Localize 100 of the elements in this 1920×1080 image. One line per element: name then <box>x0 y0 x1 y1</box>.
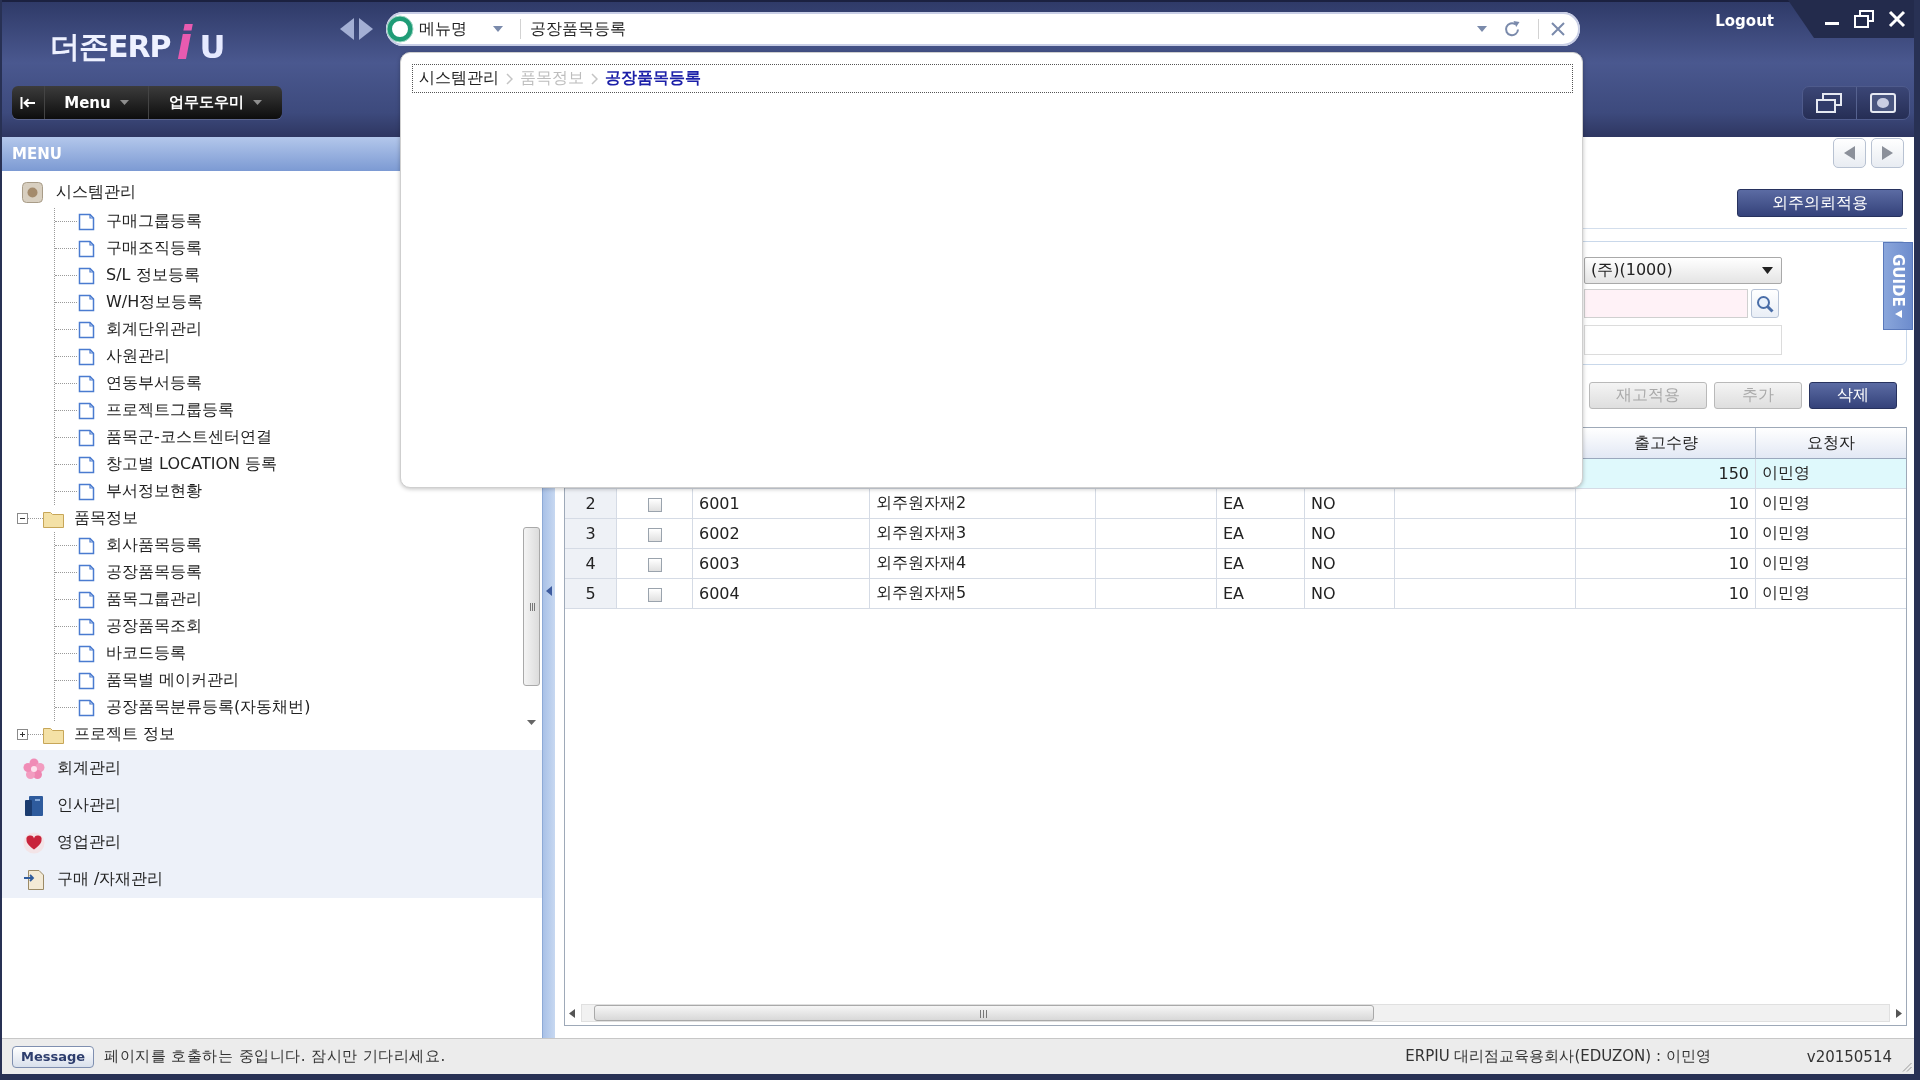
row-number: 3 <box>565 519 617 549</box>
scrollbar-thumb[interactable] <box>522 527 540 686</box>
breadcrumb-item[interactable]: 시스템관리 <box>419 68 499 89</box>
apply-request-button[interactable]: 외주의뢰적용 <box>1737 189 1903 217</box>
row-number: 2 <box>565 489 617 519</box>
ring-icon <box>386 15 414 43</box>
search-input-field[interactable] <box>1584 289 1748 318</box>
scrollbar-thumb[interactable] <box>594 1005 1374 1021</box>
status-message: 페이지를 호출하는 중입니다. 잠시만 기다리세요. <box>104 1047 446 1066</box>
document-icon <box>78 563 95 582</box>
tree-item[interactable]: 사원관리 <box>78 346 170 367</box>
menu-search-field[interactable]: 공장품목등록 <box>530 16 1469 42</box>
module-item[interactable]: 구매 /자재관리 <box>2 861 164 898</box>
tree-item[interactable]: W/H정보등록 <box>78 292 204 313</box>
left-arrow-icon[interactable] <box>340 18 354 40</box>
caret-icon <box>252 100 262 105</box>
document-icon <box>78 428 95 447</box>
scrollbar-track[interactable] <box>581 1004 1890 1022</box>
tree-item[interactable]: 품목그룹관리 <box>78 589 202 610</box>
table-cell: 이민영 <box>1756 579 1906 609</box>
tree-item[interactable]: 시스템관리 <box>22 182 136 203</box>
checkbox[interactable] <box>647 587 662 602</box>
tree-item[interactable]: 품목군-코스트센터연결 <box>78 427 272 448</box>
table-cell: 외주원자재5 <box>870 579 1096 609</box>
table-cell: 이민영 <box>1756 549 1906 579</box>
collapse-sidebar-icon[interactable] <box>20 95 36 110</box>
checkbox[interactable] <box>647 497 662 512</box>
breadcrumb-item[interactable]: 공장품목등록 <box>605 68 701 89</box>
row-number: 4 <box>565 549 617 579</box>
module-item[interactable]: 회계관리 <box>2 750 121 787</box>
left-triangle-icon <box>546 586 552 596</box>
tree-item[interactable]: 부서정보현황 <box>78 481 202 502</box>
folder-icon <box>43 725 64 744</box>
table-cell: EA <box>1217 489 1305 519</box>
refresh-icon[interactable] <box>1503 20 1521 38</box>
tree-item[interactable]: 회계단위관리 <box>78 319 202 340</box>
module-item[interactable]: 영업관리 <box>2 824 121 861</box>
plus-box-icon[interactable] <box>17 729 28 740</box>
table-cell: 이민영 <box>1756 459 1906 489</box>
tree-item[interactable]: 회사품목등록 <box>78 535 202 556</box>
table-cell: 6002 <box>693 519 870 549</box>
restore-icon[interactable] <box>1854 10 1874 28</box>
toolbar-menu-button[interactable]: Menu <box>44 86 148 119</box>
scroll-down-icon[interactable] <box>526 720 536 725</box>
document-icon <box>78 482 95 501</box>
resize-grip-icon[interactable] <box>1902 1062 1912 1072</box>
document-icon <box>78 212 95 231</box>
table-cell: 10 <box>1576 579 1756 609</box>
right-triangle-icon[interactable] <box>1896 1008 1902 1018</box>
input-field[interactable] <box>1584 325 1782 355</box>
table-row[interactable]: 2 6001 외주원자재2 EA NO 10 이민영 <box>565 489 1906 519</box>
right-arrow-icon[interactable] <box>359 18 373 40</box>
version-label: v20150514 <box>1806 1047 1892 1066</box>
scope-dropdown[interactable]: 메뉴명 <box>419 16 511 42</box>
tree-item[interactable]: 창고별 LOCATION 등록 <box>78 454 278 475</box>
search-button[interactable] <box>1751 289 1779 318</box>
tree-item[interactable]: 연동부서등록 <box>78 373 202 394</box>
previous-button[interactable] <box>1833 138 1866 168</box>
table-row[interactable]: 5 6004 외주원자재5 EA NO 10 이민영 <box>565 579 1906 609</box>
column-header: 요청자 <box>1756 428 1906 459</box>
tree-folder[interactable]: 품목정보 <box>43 508 138 529</box>
table-cell: NO <box>1305 549 1395 579</box>
chevron-right-icon <box>506 72 513 85</box>
tree-item[interactable]: 프로젝트그룹등록 <box>78 400 234 421</box>
document-icon <box>78 401 95 420</box>
next-button[interactable] <box>1871 138 1904 168</box>
caret-icon <box>1762 267 1773 274</box>
left-triangle-icon[interactable] <box>569 1008 575 1018</box>
tree-item[interactable]: 바코드등록 <box>78 643 186 664</box>
table-row[interactable]: 3 6002 외주원자재3 EA NO 10 이민영 <box>565 519 1906 549</box>
toolbar-menu-button[interactable]: 업무도우미 <box>148 86 281 119</box>
message-button[interactable]: Message <box>12 1045 95 1068</box>
left-triangle-icon <box>1844 146 1855 160</box>
logout-link[interactable]: Logout <box>1715 12 1774 30</box>
table-cell: 외주원자재4 <box>870 549 1096 579</box>
document-icon <box>78 266 95 285</box>
cascade-windows-icon[interactable] <box>1816 93 1843 113</box>
tree-item[interactable]: 구매조직등록 <box>78 238 202 259</box>
minus-box-icon[interactable] <box>17 513 28 524</box>
tree-item[interactable]: 공장품목등록 <box>78 562 202 583</box>
table-cell: NO <box>1305 519 1395 549</box>
monitor-icon[interactable] <box>1869 93 1896 113</box>
caret-icon <box>119 100 129 105</box>
table-cell: 외주원자재3 <box>870 519 1096 549</box>
tree-folder[interactable]: 프로젝트 정보 <box>43 724 176 745</box>
checkbox[interactable] <box>647 557 662 572</box>
menu-search-bar[interactable]: 메뉴명 공장품목등록 <box>386 12 1580 46</box>
table-cell: 외주원자재2 <box>870 489 1096 519</box>
document-icon <box>78 644 95 663</box>
tree-item[interactable]: 구매그룹등록 <box>78 211 202 232</box>
checkbox[interactable] <box>647 527 662 542</box>
module-item[interactable]: 인사관리 <box>2 787 121 824</box>
tree-item[interactable]: 품목별 메이커관리 <box>78 670 240 691</box>
tree-item[interactable]: S/L 정보등록 <box>78 265 200 286</box>
tree-item[interactable]: 공장품목분류등록(자동채번) <box>78 697 311 718</box>
tree-item[interactable]: 공장품목조회 <box>78 616 202 637</box>
table-row[interactable]: 4 6003 외주원자재4 EA NO 10 이민영 <box>565 549 1906 579</box>
action-button[interactable]: 삭제 <box>1809 382 1897 409</box>
caret-icon[interactable] <box>1477 26 1487 32</box>
dropdown-field[interactable]: (주)(1000) <box>1584 257 1782 284</box>
